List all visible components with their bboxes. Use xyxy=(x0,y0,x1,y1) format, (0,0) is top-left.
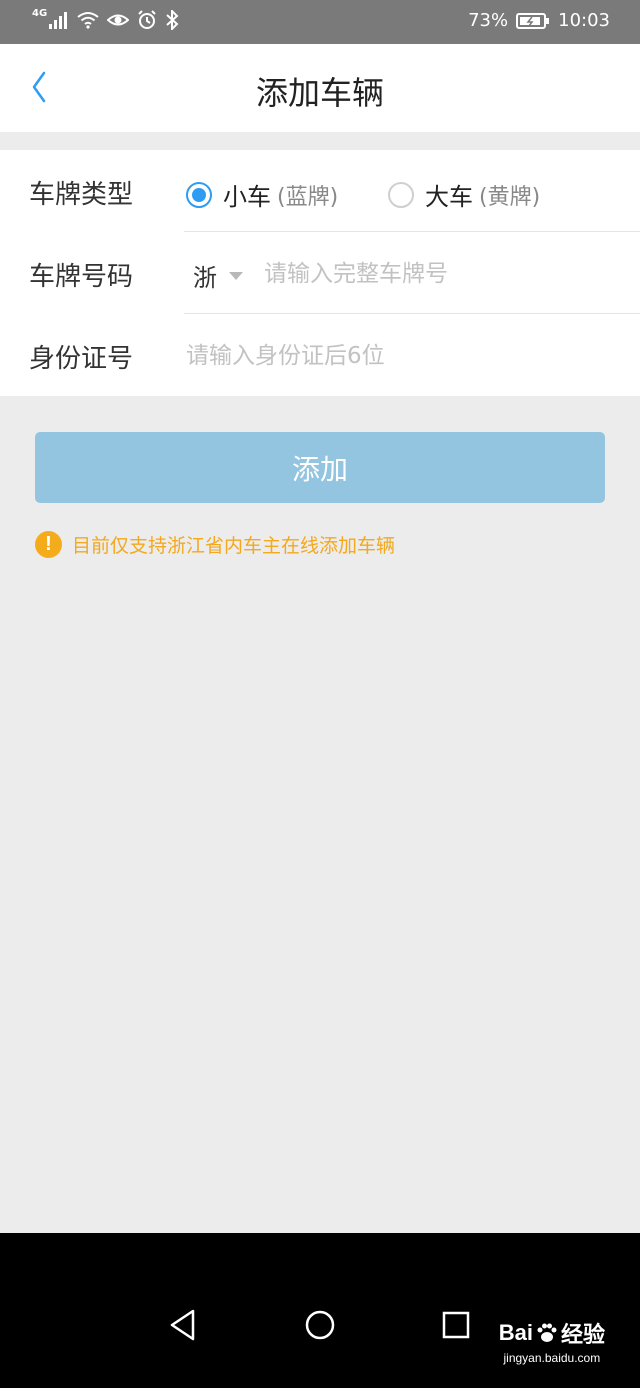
status-right: 73% 10:03 xyxy=(468,10,610,31)
vehicle-form: 车牌类型 小车 (蓝牌) 大车 (黄牌) 车牌号码 浙 身份证号 xyxy=(0,150,640,396)
id-number-row: 身份证号 xyxy=(0,314,640,396)
plate-type-label: 车牌类型 xyxy=(29,180,134,210)
radio-small-car[interactable]: 小车 (蓝牌) xyxy=(186,177,338,212)
paw-icon xyxy=(537,1323,557,1342)
triangle-back-icon xyxy=(170,1309,195,1341)
alarm-icon xyxy=(138,10,156,29)
radio-large-car-sub: (黄牌) xyxy=(479,184,541,210)
warning-icon: ! xyxy=(35,531,62,558)
radio-unchecked-icon xyxy=(388,181,414,208)
province-selector[interactable]: 浙 xyxy=(193,258,243,293)
plate-type-row: 车牌类型 小车 (蓝牌) 大车 (黄牌) xyxy=(0,150,640,232)
radio-small-car-label: 小车 xyxy=(223,183,271,211)
plate-number-row: 车牌号码 浙 xyxy=(0,232,640,314)
eye-icon xyxy=(107,14,130,26)
app-screen: 4G 73% 10:03 添加车辆 车牌类型 小车 (蓝牌) 大车 (黄牌) 车… xyxy=(0,0,640,1388)
id-number-input[interactable] xyxy=(186,336,616,376)
plate-number-input[interactable] xyxy=(264,254,624,294)
navigation-header: 添加车辆 xyxy=(0,44,640,132)
nav-back-button[interactable] xyxy=(164,1305,204,1345)
square-recents-icon xyxy=(442,1311,470,1339)
nav-home-button[interactable] xyxy=(300,1305,340,1345)
radio-large-car[interactable]: 大车 (黄牌) xyxy=(388,177,540,212)
battery-percent: 73% xyxy=(468,10,509,31)
nav-recents-button[interactable] xyxy=(436,1305,476,1345)
bluetooth-icon xyxy=(166,10,179,30)
radio-checked-icon xyxy=(186,181,212,208)
battery-icon xyxy=(516,12,550,29)
watermark-brand-text: Bai xyxy=(498,1320,533,1345)
notice-text: 目前仅支持浙江省内车主在线添加车辆 xyxy=(72,535,396,557)
circle-home-icon xyxy=(305,1310,335,1340)
notice: ! 目前仅支持浙江省内车主在线添加车辆 xyxy=(35,531,395,558)
province-value: 浙 xyxy=(193,264,217,292)
add-button[interactable]: 添加 xyxy=(35,432,605,503)
page-title: 添加车辆 xyxy=(255,74,384,112)
system-nav-bar: Bai 经验 jingyan.baidu.com xyxy=(0,1233,640,1388)
radio-small-car-sub: (蓝牌) xyxy=(277,184,339,210)
network-type: 4G xyxy=(32,7,48,19)
status-icons: 4G xyxy=(32,7,179,30)
radio-large-car-label: 大车 xyxy=(425,183,473,211)
baidu-watermark: Bai 经验 jingyan.baidu.com xyxy=(499,1317,605,1365)
status-bar: 4G 73% 10:03 xyxy=(0,0,640,44)
watermark-brand-suffix: 经验 xyxy=(560,1322,605,1347)
watermark-url: jingyan.baidu.com xyxy=(503,1351,601,1365)
dropdown-caret-icon xyxy=(229,271,243,280)
id-number-label: 身份证号 xyxy=(29,344,134,374)
watermark-brand: Bai 经验 xyxy=(499,1317,605,1349)
signal-icon xyxy=(49,12,68,29)
clock: 10:03 xyxy=(558,10,610,31)
wifi-icon xyxy=(77,12,99,29)
plate-number-label: 车牌号码 xyxy=(29,262,134,292)
